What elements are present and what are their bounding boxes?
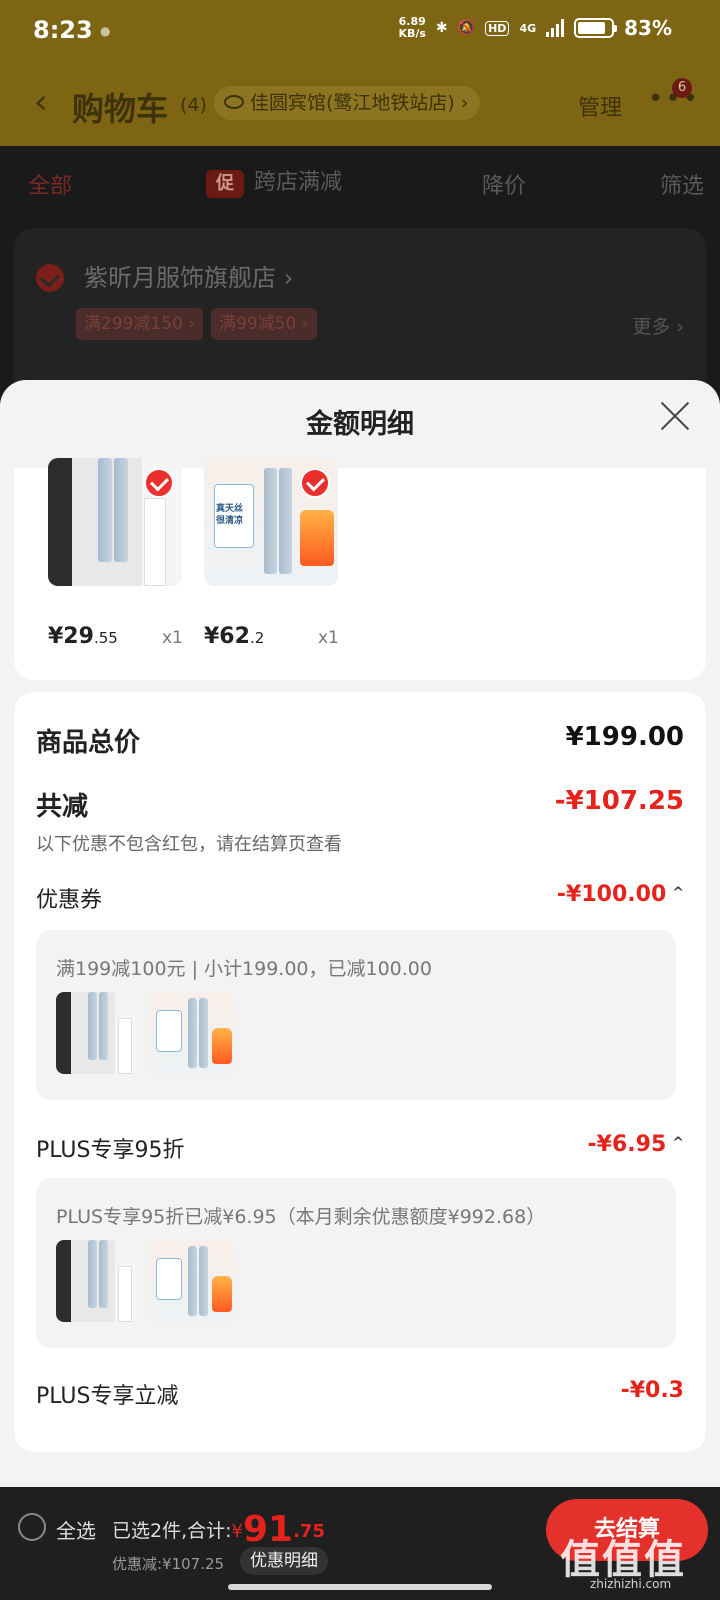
total-label: 商品总价 xyxy=(36,728,141,758)
page-title: 购物车 xyxy=(72,90,169,128)
signal-icon xyxy=(546,19,565,37)
address-selector[interactable]: 佳圆宾馆(鹭江地铁站店) › xyxy=(214,86,481,120)
tab-filter[interactable]: 筛选 xyxy=(660,168,704,200)
plus95-detail-box: PLUS专享95折已减¥6.95（本月剩余优惠额度¥992.68） xyxy=(36,1178,676,1348)
address-text: 佳圆宾馆(鹭江地铁站店) xyxy=(250,92,455,114)
cart-count: (4) xyxy=(180,94,207,116)
home-indicator[interactable] xyxy=(228,1584,492,1590)
chevron-up-icon: ^ xyxy=(672,1135,684,1151)
net-speed: 6.89 KB/s xyxy=(398,15,426,40)
chevron-up-icon: ^ xyxy=(672,885,684,901)
shop-more-link[interactable]: 更多 › xyxy=(632,312,684,339)
cart-header: ‹ 购物车 (4) 佳圆宾馆(鹭江地铁站店) › 管理 ••• 6 xyxy=(0,66,720,146)
back-icon[interactable]: ‹ xyxy=(34,82,48,122)
price-detail-card: 商品总价 ¥199.00 共减 -¥107.25 以下优惠不包含红包，请在结算页… xyxy=(14,692,706,1452)
battery-percent: 83% xyxy=(624,16,672,40)
product-thumbnail xyxy=(56,1240,140,1322)
message-badge: 6 xyxy=(672,78,692,98)
network-type: 4G xyxy=(519,21,537,35)
cart-tabs: 全部 促跨店满减 降价 筛选 xyxy=(0,146,720,220)
plus-instant-label: PLUS专享立减 xyxy=(36,1384,179,1409)
coupon-detail-text: 满199减100元 | 小计199.00，已减100.00 xyxy=(56,958,432,980)
checkout-bar: 全选 已选2件,合计:¥91.75 优惠减:¥107.25 优惠明细 去结算 值… xyxy=(0,1487,720,1600)
coupon-label: 优惠券 xyxy=(36,888,103,913)
chevron-right-icon: › xyxy=(460,92,469,114)
status-time: 8:23 xyxy=(33,16,93,44)
product-thumbnail xyxy=(150,992,234,1074)
product-thumbnail xyxy=(56,992,140,1074)
hd-icon: HD xyxy=(485,20,510,36)
promo-tag-icon: 促 xyxy=(206,170,244,198)
status-bar: 8:23 ● 6.89 KB/s ✱ 🔕 HD 4G 83% xyxy=(0,0,720,66)
product-price: ¥29.55 xyxy=(48,624,118,649)
coupon-value[interactable]: -¥100.00 ^ xyxy=(557,882,684,907)
selected-summary: 已选2件,合计:¥91.75 xyxy=(112,1509,325,1550)
plus95-value[interactable]: -¥6.95 ^ xyxy=(588,1132,684,1157)
product-checkbox[interactable] xyxy=(300,468,330,498)
mute-icon: 🔕 xyxy=(457,20,476,36)
selected-products: ¥29.55 x1 真天丝 很清凉 ¥62.2 x1 xyxy=(14,458,706,680)
product-thumbnail xyxy=(150,1240,234,1322)
reduce-label: 共减 xyxy=(36,792,89,822)
sheet-title: 金额明细 xyxy=(306,409,414,440)
discount-summary: 优惠减:¥107.25 xyxy=(112,1555,225,1573)
bluetooth-icon: ✱ xyxy=(435,20,448,36)
shop-checkbox[interactable] xyxy=(36,264,64,292)
shop-promos: 满299减150 › 满99减50 › xyxy=(76,308,317,340)
reduce-note: 以下优惠不包含红包，请在结算页查看 xyxy=(36,834,342,855)
product-qty: x1 xyxy=(318,628,339,648)
amount-detail-sheet: 金额明细 ¥29.55 x1 真天丝 很清凉 ¥62.2 x1 商品总价 ¥19… xyxy=(0,380,720,1487)
shop-promo-tag[interactable]: 满299减150 › xyxy=(76,308,204,340)
product-price: ¥62.2 xyxy=(204,624,265,649)
battery-icon xyxy=(574,18,618,38)
total-value: ¥199.00 xyxy=(565,722,684,752)
coupon-detail-box: 满199减100元 | 小计199.00，已减100.00 xyxy=(36,930,676,1100)
select-all-label[interactable]: 全选 xyxy=(56,1515,96,1544)
plus95-label: PLUS专享95折 xyxy=(36,1138,185,1163)
plus95-detail-text: PLUS专享95折已减¥6.95（本月剩余优惠额度¥992.68） xyxy=(56,1206,546,1228)
shop-promo-tag[interactable]: 满99减50 › xyxy=(211,308,317,340)
notification-dot-icon: ● xyxy=(100,24,111,38)
watermark-url: zhizhizhi.com xyxy=(590,1577,672,1591)
tab-cross-shop[interactable]: 促跨店满减 xyxy=(206,164,342,198)
tab-price-drop[interactable]: 降价 xyxy=(482,168,526,200)
tab-all[interactable]: 全部 xyxy=(28,168,72,200)
select-all-radio[interactable] xyxy=(18,1513,46,1541)
close-icon[interactable] xyxy=(660,400,692,432)
product-checkbox[interactable] xyxy=(144,468,174,498)
eye-icon xyxy=(224,95,244,109)
discount-detail-button[interactable]: 优惠明细 xyxy=(240,1547,328,1575)
manage-button[interactable]: 管理 xyxy=(578,90,622,122)
reduce-value: -¥107.25 xyxy=(554,786,684,816)
shop-name[interactable]: 紫昕月服饰旗舰店 › xyxy=(84,258,293,293)
product-qty: x1 xyxy=(162,628,183,648)
plus-instant-value: -¥0.3 xyxy=(620,1378,684,1403)
status-icons: 6.89 KB/s ✱ 🔕 HD 4G 83% xyxy=(398,15,672,41)
